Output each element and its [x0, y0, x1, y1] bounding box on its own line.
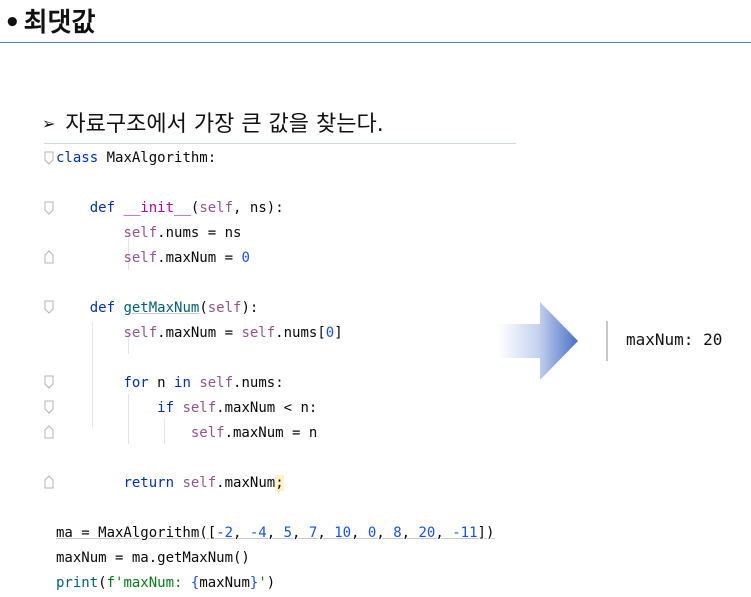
code-text: .maxNum = [157, 250, 242, 266]
code-text: .maxNum = n [224, 425, 318, 441]
code-text: ] [334, 325, 343, 341]
code-line[interactable]: class MaxAlgorithm: [56, 147, 216, 169]
subtitle-text: 자료구조에서 가장 큰 값을 찾는다. [65, 112, 384, 137]
self-keyword: self [190, 425, 225, 441]
title-divider [0, 42, 751, 43]
keyword: if [157, 400, 175, 416]
code-text: ( [98, 575, 107, 591]
code-line[interactable]: self.maxNum = 0 [56, 247, 250, 269]
separator: , [317, 525, 335, 541]
separator: , [351, 525, 368, 541]
code-line[interactable]: maxNum = ma.getMaxNum() [56, 547, 250, 569]
fold-end-icon[interactable] [44, 425, 54, 439]
self-keyword: self [123, 225, 158, 241]
code-text: .maxNum [216, 475, 276, 491]
separator: , [266, 525, 284, 541]
highlighted-semicolon: ; [275, 475, 284, 491]
keyword: for [123, 375, 149, 391]
code-line[interactable]: if self.maxNum < n: [56, 397, 317, 419]
self-keyword: self [241, 325, 276, 341]
number-literal: -11 [452, 525, 478, 541]
number-literal: -2 [216, 525, 234, 541]
separator: , [376, 525, 394, 541]
separator: , [233, 525, 250, 541]
fold-icon[interactable] [44, 151, 54, 165]
code-text: .maxNum < n: [216, 400, 318, 416]
function-name: __init__ [123, 200, 191, 216]
arrow-bullet-icon: ➢ [42, 114, 56, 133]
code-line[interactable]: ma = MaxAlgorithm([-2, -4, 5, 7, 10, 0, … [56, 522, 494, 544]
keyword: def [89, 200, 116, 216]
code-text: .nums: [233, 375, 284, 391]
title-text: 최댓값 [23, 8, 96, 38]
keyword: in [174, 375, 191, 391]
code-line[interactable]: self.maxNum = self.nums[0] [56, 322, 343, 344]
self-keyword: self [123, 250, 158, 266]
subtitle: ➢ 자료구조에서 가장 큰 값을 찾는다. [42, 106, 384, 138]
function-name: getMaxNum [123, 300, 200, 316]
separator: , [435, 525, 453, 541]
keyword: class [56, 150, 99, 166]
builtin-function: print [56, 575, 99, 591]
fold-icon[interactable] [44, 201, 54, 215]
self-keyword: self [207, 300, 242, 316]
number-literal: 8 [393, 525, 402, 541]
keyword: def [89, 300, 116, 316]
number-literal: 5 [283, 525, 293, 541]
number-literal: 0 [241, 250, 250, 266]
code-text: ]) [477, 525, 495, 541]
self-keyword: self [199, 200, 234, 216]
separator: , [292, 525, 309, 541]
self-keyword: self [199, 375, 234, 391]
code-text: maxNum = ma.getMaxNum() [56, 550, 250, 566]
code-text: ) [266, 575, 276, 591]
string-literal: ' [258, 575, 267, 591]
number-literal: 0 [325, 325, 335, 341]
self-keyword: self [182, 475, 217, 491]
code-text: .nums = ns [157, 225, 242, 241]
code-text: n [148, 375, 175, 391]
code-text: ma = MaxAlgorithm([ [56, 525, 217, 541]
output-divider [606, 321, 608, 361]
page-title: • 최댓값 [4, 2, 95, 39]
code-line[interactable]: print(f'maxNum: {maxNum}') [56, 572, 275, 594]
code-text: .maxNum = [157, 325, 242, 341]
separator: , [401, 525, 419, 541]
number-literal: 10 [334, 525, 352, 541]
code-line[interactable]: for n in self.nums: [56, 372, 284, 394]
code-line[interactable]: return self.maxNum; [56, 472, 284, 494]
fold-icon[interactable] [44, 400, 54, 414]
code-line[interactable]: def getMaxNum(self): [56, 297, 259, 319]
code-editor: class MaxAlgorithm: def __init__(self, n… [40, 146, 520, 596]
fold-icon[interactable] [44, 375, 54, 389]
fold-icon[interactable] [44, 300, 54, 314]
code-text: maxNum [199, 575, 250, 591]
title-bullet: • [4, 8, 21, 38]
code-text: MaxAlgorithm: [98, 150, 217, 166]
editor-top-border [44, 143, 516, 144]
code-line[interactable]: self.nums = ns [56, 222, 241, 244]
number-literal: 20 [418, 525, 436, 541]
self-keyword: self [182, 400, 217, 416]
console-output: maxNum: 20 [626, 330, 723, 349]
fold-end-icon[interactable] [44, 250, 54, 264]
right-arrow-icon [498, 302, 578, 380]
code-line[interactable]: def __init__(self, ns): [56, 197, 284, 219]
code-text: , ns): [233, 200, 284, 216]
code-text: .nums[ [275, 325, 326, 341]
keyword: return [123, 475, 175, 491]
self-keyword: self [123, 325, 158, 341]
code-text: ): [241, 300, 259, 316]
string-literal: f'maxNum: [106, 575, 191, 591]
number-literal: -4 [249, 525, 267, 541]
fold-end-icon[interactable] [44, 475, 54, 489]
code-line[interactable]: self.maxNum = n [56, 422, 317, 444]
